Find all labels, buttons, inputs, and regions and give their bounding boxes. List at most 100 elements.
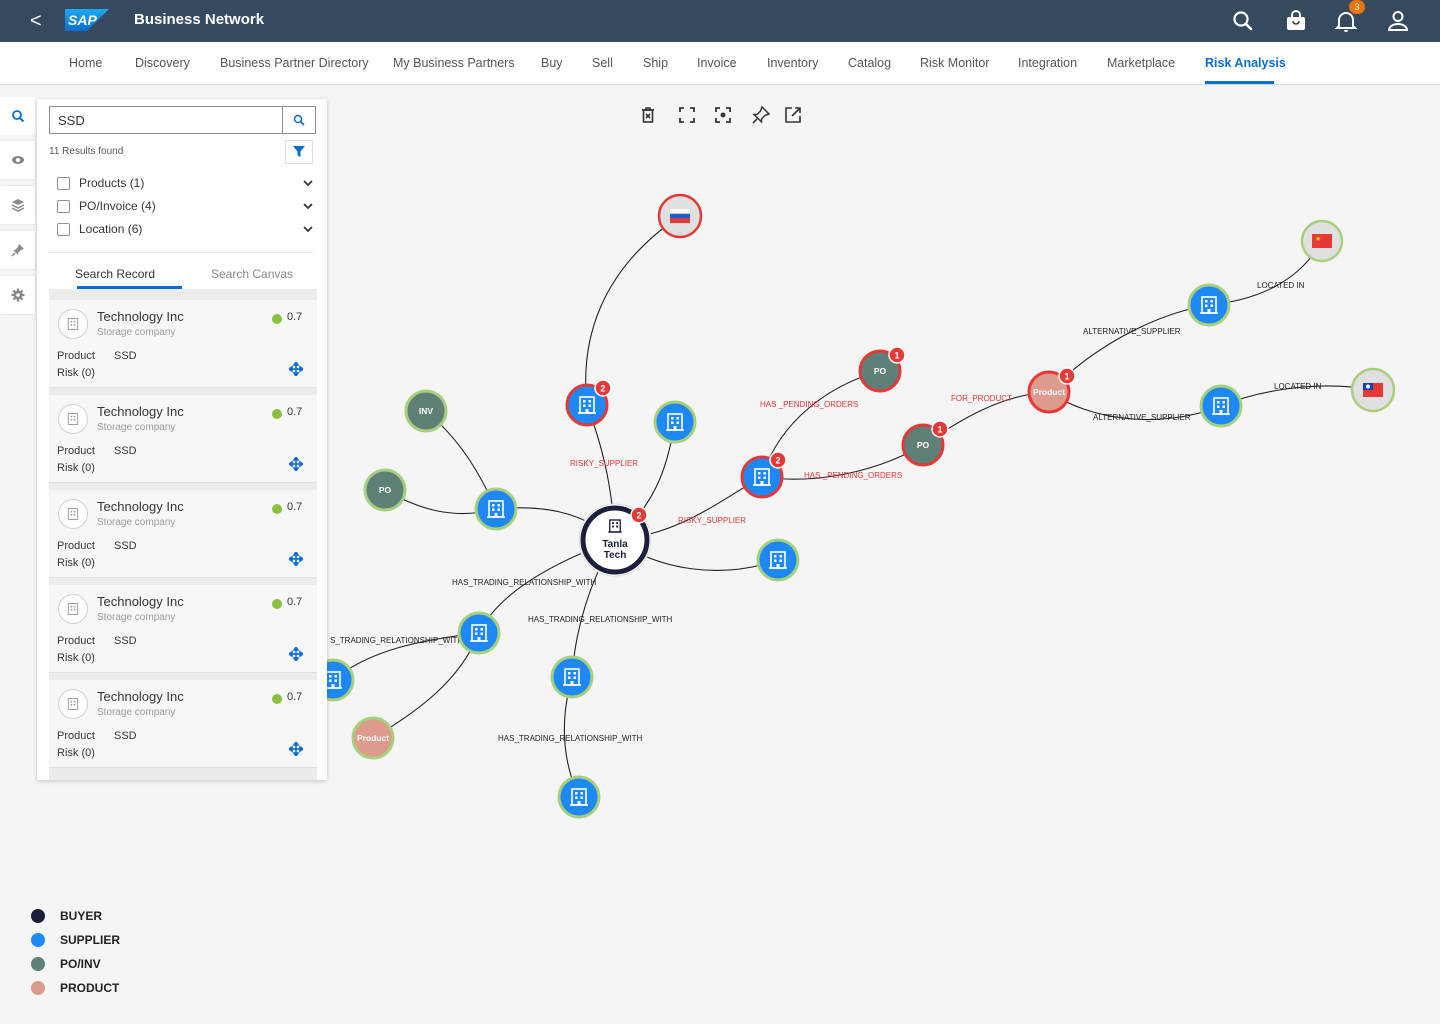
side-tool-pin[interactable] [0, 231, 35, 269]
shopping-bag-icon[interactable] [1283, 8, 1309, 34]
company-name: Technology Inc [97, 499, 184, 514]
legend-supplier: SUPPLIER [31, 933, 120, 947]
chevron-down-icon[interactable] [301, 199, 315, 213]
result-card[interactable]: Technology Inc Storage company 0.7 Produ… [49, 585, 317, 673]
nav-home[interactable]: Home [69, 56, 102, 70]
risk-label: Risk (0) [57, 462, 95, 474]
supplier-node-alt-lower [1199, 384, 1243, 428]
expand-icon[interactable] [677, 105, 697, 125]
risk-label: Risk (0) [57, 557, 95, 569]
nav-sell[interactable]: Sell [592, 56, 613, 70]
move-icon[interactable] [289, 742, 303, 756]
supplier-node-risky [565, 383, 609, 427]
company-subtitle: Storage company [97, 707, 176, 718]
score-value: 0.7 [287, 311, 303, 323]
svg-text:Product: Product [1033, 387, 1065, 397]
edge-label-alt-supplier-1: ALTERNATIVE_SUPPLIER [1083, 327, 1181, 336]
nav-business-partner-directory[interactable]: Business Partner Directory [220, 56, 369, 70]
supplier-node-alt-upper [1187, 283, 1231, 327]
nav-inventory[interactable]: Inventory [767, 56, 818, 70]
edge-supplier-mid-po-top [761, 370, 881, 478]
search-panel: 11 Results found Products (1) PO/Invoice… [37, 99, 327, 780]
product-value: SSD [114, 540, 137, 552]
chevron-down-icon[interactable] [301, 176, 315, 190]
score-indicator [272, 694, 282, 704]
result-card[interactable]: Technology Inc Storage company 0.7 Produ… [49, 680, 317, 768]
facet-location: Location (6) [57, 219, 315, 239]
svg-text:PO: PO [917, 440, 930, 450]
product-value: SSD [114, 350, 137, 362]
company-avatar [58, 689, 88, 719]
result-card[interactable]: Technology Inc Storage company 0.7 Produ… [49, 300, 317, 388]
facet-checkbox[interactable] [57, 199, 70, 213]
building-icon [67, 318, 79, 330]
legend-swatch [31, 957, 45, 971]
filter-button[interactable] [285, 140, 313, 164]
score-indicator [272, 599, 282, 609]
nav-invoice[interactable]: Invoice [697, 56, 737, 70]
search-button[interactable] [282, 106, 316, 134]
building-icon [67, 603, 79, 615]
user-icon[interactable] [1385, 8, 1411, 34]
facet-checkbox[interactable] [57, 222, 70, 236]
nav-risk-monitor[interactable]: Risk Monitor [920, 56, 989, 70]
nav-marketplace[interactable]: Marketplace [1107, 56, 1175, 70]
tab-search-record[interactable]: Search Record [75, 267, 155, 281]
move-icon[interactable] [289, 457, 303, 471]
open-external-icon[interactable] [783, 105, 803, 125]
edge-supplier-lower-taiwan [1220, 385, 1374, 407]
score-value: 0.7 [287, 596, 303, 608]
risk-label: Risk (0) [57, 652, 95, 664]
facet-label: PO/Invoice (4) [79, 199, 156, 213]
legend-po-inv: PO/INV [31, 957, 101, 971]
product-label: Product [57, 635, 95, 647]
nav-risk-analysis[interactable]: Risk Analysis [1205, 56, 1286, 70]
back-button[interactable]: < [30, 8, 48, 34]
score-indicator [272, 409, 282, 419]
search-input[interactable] [49, 106, 282, 134]
center-label-line1: Tanla [602, 539, 628, 550]
search-icon[interactable] [1230, 8, 1256, 34]
side-tool-settings[interactable] [0, 276, 35, 314]
pin-icon[interactable] [751, 105, 771, 125]
nav-catalog[interactable]: Catalog [848, 56, 891, 70]
pin-icon [10, 244, 24, 257]
building-icon [67, 413, 79, 425]
company-avatar [58, 499, 88, 529]
supplier-node-left [474, 487, 518, 531]
facet-products: Products (1) [57, 173, 315, 193]
legend-label: PRODUCT [60, 981, 120, 995]
move-icon[interactable] [289, 552, 303, 566]
facet-po-invoice: PO/Invoice (4) [57, 196, 315, 216]
score-indicator [272, 504, 282, 514]
svg-text:SAP: SAP [68, 12, 97, 28]
nav-ship[interactable]: Ship [643, 56, 668, 70]
move-icon[interactable] [289, 362, 303, 376]
edge-label-risky-supplier-1: RISKY_SUPPLIER [570, 459, 638, 468]
facet-checkbox[interactable] [57, 176, 70, 190]
nav-my-business-partners[interactable]: My Business Partners [393, 56, 515, 70]
side-tool-view[interactable] [0, 141, 35, 179]
supplier-node-lower-left [457, 611, 501, 655]
move-icon[interactable] [289, 647, 303, 661]
nav-integration[interactable]: Integration [1018, 56, 1077, 70]
edge-russia-risky-supplier [585, 215, 681, 406]
nav-buy[interactable]: Buy [541, 56, 563, 70]
nav-discovery[interactable]: Discovery [135, 56, 190, 70]
product-label: Product [57, 445, 95, 457]
search-icon [293, 114, 305, 126]
delete-icon[interactable] [638, 105, 658, 125]
side-tool-search[interactable] [0, 97, 35, 135]
edge-label-risky-supplier-2: RISKY_SUPPLIER [678, 516, 746, 525]
side-tool-layers[interactable] [0, 186, 35, 224]
focus-icon[interactable] [713, 105, 733, 125]
edge-label-alt-supplier-2: ALTERNATIVE_SUPPLIER [1093, 413, 1191, 422]
chevron-down-icon[interactable] [301, 222, 315, 236]
tab-search-canvas[interactable]: Search Canvas [211, 267, 293, 281]
result-card[interactable]: Technology Inc Storage company 0.7 Produ… [49, 490, 317, 578]
product-node-lower: Product [351, 716, 395, 760]
result-card[interactable]: Technology Inc Storage company 0.7 Produ… [49, 395, 317, 483]
country-node-taiwan [1350, 367, 1396, 413]
legend-label: PO/INV [60, 957, 101, 971]
product-label: Product [57, 350, 95, 362]
